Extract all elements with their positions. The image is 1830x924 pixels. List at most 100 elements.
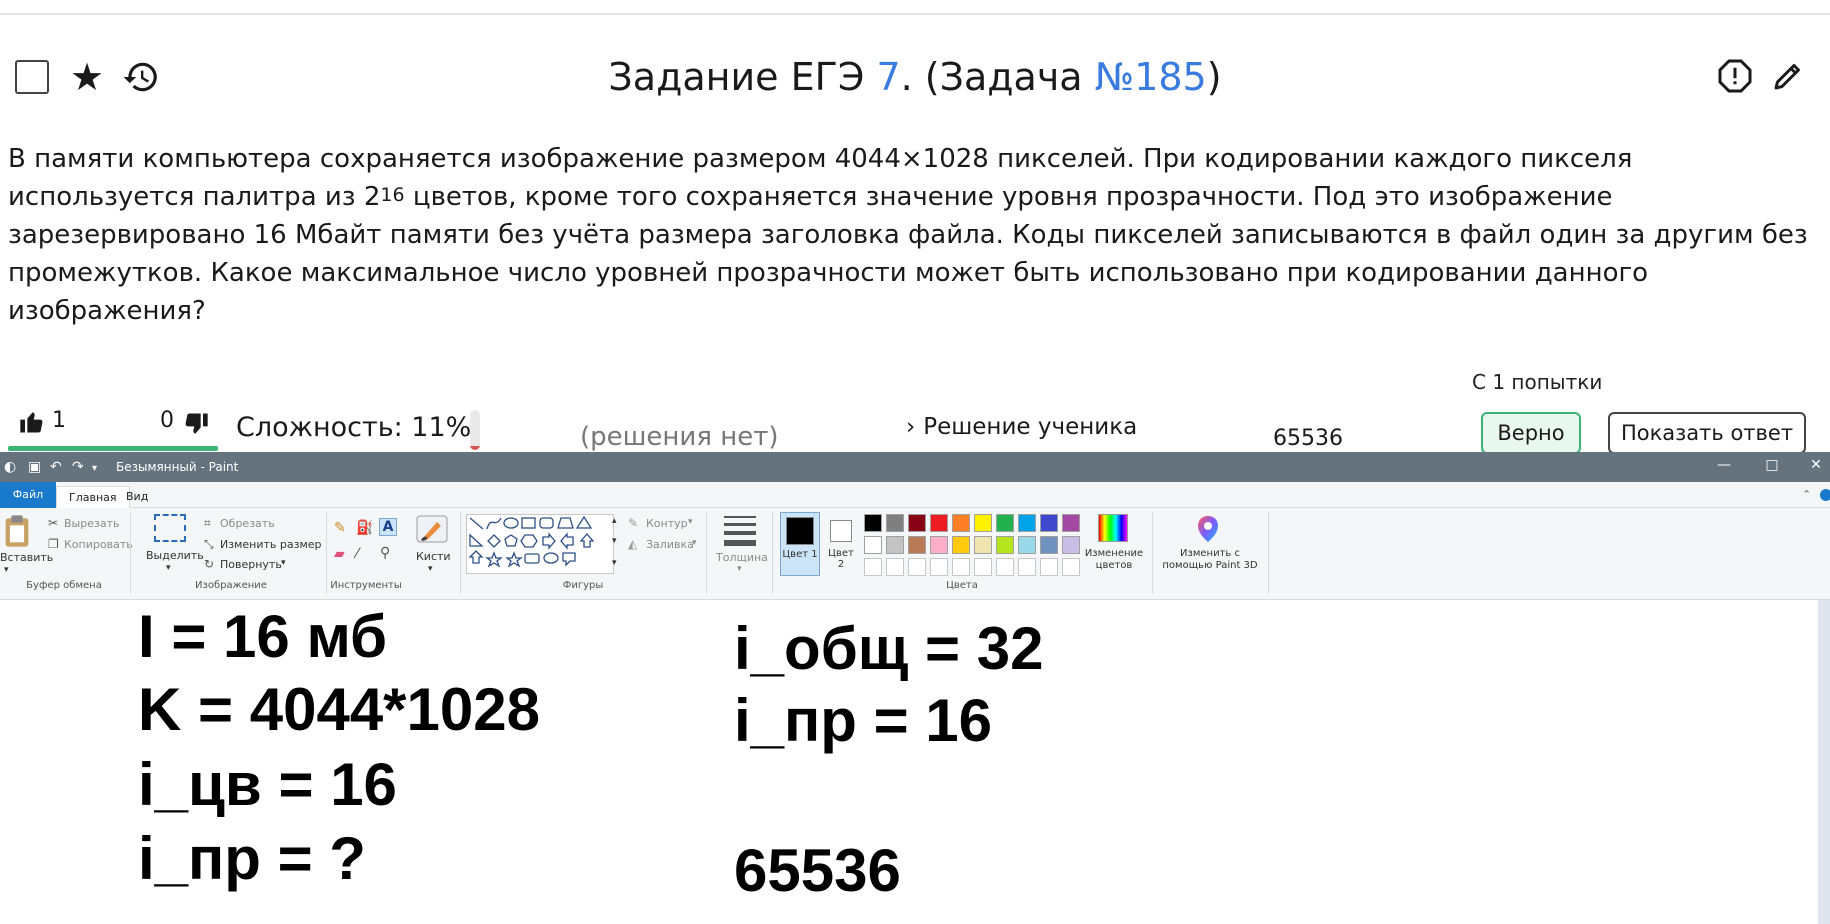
likes-count: 1 <box>52 408 66 433</box>
resize-button[interactable]: Изменить размер <box>220 538 322 551</box>
paint-canvas[interactable]: I = 16 мб K = 4044*1028 i_цв = 16 i_пр =… <box>0 600 1830 924</box>
save-icon[interactable]: ▣ <box>28 458 41 476</box>
palette-swatch[interactable] <box>996 514 1014 532</box>
color2-selector[interactable]: Цвет 2 <box>824 512 860 576</box>
fill-button[interactable]: Заливка <box>646 538 694 551</box>
select-dropdown-icon[interactable]: ▾ <box>166 563 171 573</box>
rotate-dropdown-icon[interactable]: ▾ <box>281 558 286 568</box>
palette-swatch[interactable] <box>908 514 926 532</box>
palette-swatch[interactable] <box>930 514 948 532</box>
custom-color-slot[interactable] <box>996 558 1014 576</box>
custom-color-slot[interactable] <box>1040 558 1058 576</box>
tab-file[interactable]: Файл <box>0 482 56 508</box>
select-button[interactable]: Выделить <box>146 549 204 562</box>
thumbs-down-icon[interactable] <box>182 410 210 438</box>
ribbon-separator <box>1152 512 1153 594</box>
palette-swatch[interactable] <box>908 536 926 554</box>
collapse-ribbon-icon[interactable]: ⌃ <box>1802 488 1811 501</box>
rotate-button[interactable]: Повернуть <box>220 558 282 571</box>
paint3d-icon[interactable] <box>1194 514 1222 544</box>
redo-icon[interactable]: ↷ <box>72 458 84 476</box>
palette-swatch[interactable] <box>996 536 1014 554</box>
edit-colors-icon[interactable] <box>1098 514 1128 542</box>
problem-number-link[interactable]: №185 <box>1095 55 1207 99</box>
custom-color-slot[interactable] <box>974 558 992 576</box>
paste-icon[interactable] <box>2 514 32 548</box>
undo-icon[interactable]: ↶ <box>50 458 62 476</box>
palette-swatch[interactable] <box>1018 514 1036 532</box>
student-solution-toggle[interactable]: › Решение ученика <box>906 414 1137 440</box>
brushes-button[interactable]: Кисти <box>416 550 451 563</box>
palette-swatch[interactable] <box>886 514 904 532</box>
cut-icon: ✂ <box>48 516 59 530</box>
help-icon[interactable] <box>1820 489 1830 501</box>
color-picker-icon[interactable]: ⁄ <box>356 546 358 562</box>
shapes-expand-icon[interactable]: ▾ <box>612 558 617 568</box>
close-icon[interactable]: ✕ <box>1806 457 1826 473</box>
text-tool-icon[interactable]: A <box>379 518 397 536</box>
paste-dropdown-icon[interactable]: ▾ <box>4 565 9 575</box>
ribbon-tabs: Файл Главная Вид ⌃ <box>0 482 1830 509</box>
copy-button[interactable]: Копировать <box>64 538 133 551</box>
palette-swatch[interactable] <box>864 536 882 554</box>
tab-view[interactable]: Вид <box>114 486 160 508</box>
edit-icon[interactable] <box>1770 58 1806 94</box>
shapes-group-label: Фигуры <box>562 580 604 591</box>
palette-swatch[interactable] <box>952 514 970 532</box>
shapes-gallery[interactable] <box>466 514 614 574</box>
size-button[interactable]: Толщина <box>716 551 768 564</box>
custom-color-slot[interactable] <box>864 558 882 576</box>
quick-access-menu-icon[interactable]: ▾ <box>92 460 97 478</box>
select-icon[interactable] <box>154 514 186 542</box>
color1-selector[interactable]: Цвет 1 <box>780 512 820 576</box>
answer-input-value[interactable]: 65536 <box>1273 426 1343 451</box>
size-icon[interactable] <box>724 516 756 546</box>
edit-colors-button[interactable]: Изменение цветов <box>1082 548 1146 572</box>
pencil-icon[interactable]: ✎ <box>334 520 346 536</box>
shapes-scroll-down-icon[interactable]: ▾ <box>612 536 617 546</box>
correct-button[interactable]: Верно <box>1481 412 1581 454</box>
palette-swatch[interactable] <box>1018 536 1036 554</box>
brushes-dropdown-icon[interactable]: ▾ <box>428 564 433 574</box>
custom-color-slot[interactable] <box>952 558 970 576</box>
outline-dropdown-icon[interactable]: ▾ <box>688 517 693 527</box>
magnifier-icon[interactable]: ⚲ <box>380 545 390 561</box>
paste-button[interactable]: Вставить <box>0 551 53 564</box>
shapes-scroll-up-icon[interactable]: ▴ <box>612 516 617 526</box>
custom-color-slot[interactable] <box>1062 558 1080 576</box>
palette-swatch[interactable] <box>930 536 948 554</box>
maximize-icon[interactable]: □ <box>1762 457 1782 473</box>
fill-bucket-icon[interactable]: ⛽ <box>356 520 373 536</box>
report-icon[interactable] <box>1717 58 1753 94</box>
palette-swatch[interactable] <box>974 514 992 532</box>
custom-color-slot[interactable] <box>886 558 904 576</box>
canvas-text-left-2: K = 4044*1028 <box>138 676 541 743</box>
ribbon-separator <box>130 512 131 594</box>
palette-swatch[interactable] <box>1062 536 1080 554</box>
palette-swatch[interactable] <box>1040 514 1058 532</box>
crop-button[interactable]: Обрезать <box>220 517 275 530</box>
eraser-icon[interactable]: ▰ <box>334 546 345 562</box>
custom-color-slot[interactable] <box>1018 558 1036 576</box>
palette-swatch[interactable] <box>886 536 904 554</box>
size-dropdown-icon[interactable]: ▾ <box>737 564 742 574</box>
palette-swatch[interactable] <box>974 536 992 554</box>
fill-dropdown-icon[interactable]: ▾ <box>692 538 697 548</box>
canvas-scrollbar[interactable] <box>1818 600 1830 924</box>
color1-label: Цвет 1 <box>782 549 818 560</box>
cut-button[interactable]: Вырезать <box>64 517 119 530</box>
palette-swatch[interactable] <box>952 536 970 554</box>
brush-icon[interactable] <box>415 514 449 544</box>
palette-swatch[interactable] <box>1062 514 1080 532</box>
palette-swatch[interactable] <box>1040 536 1058 554</box>
custom-color-slot[interactable] <box>908 558 926 576</box>
minimize-icon[interactable]: — <box>1714 457 1734 473</box>
thumbs-up-icon[interactable] <box>18 408 46 436</box>
palette-swatch[interactable] <box>864 514 882 532</box>
custom-color-slot[interactable] <box>930 558 948 576</box>
task-number-link[interactable]: 7 <box>876 55 900 99</box>
paint3d-button[interactable]: Изменить с помощью Paint 3D <box>1160 548 1260 572</box>
outline-button[interactable]: Контур <box>646 517 688 530</box>
canvas-text-right-2: i_пр = 16 <box>734 687 993 754</box>
show-answer-button[interactable]: Показать ответ <box>1608 412 1806 454</box>
